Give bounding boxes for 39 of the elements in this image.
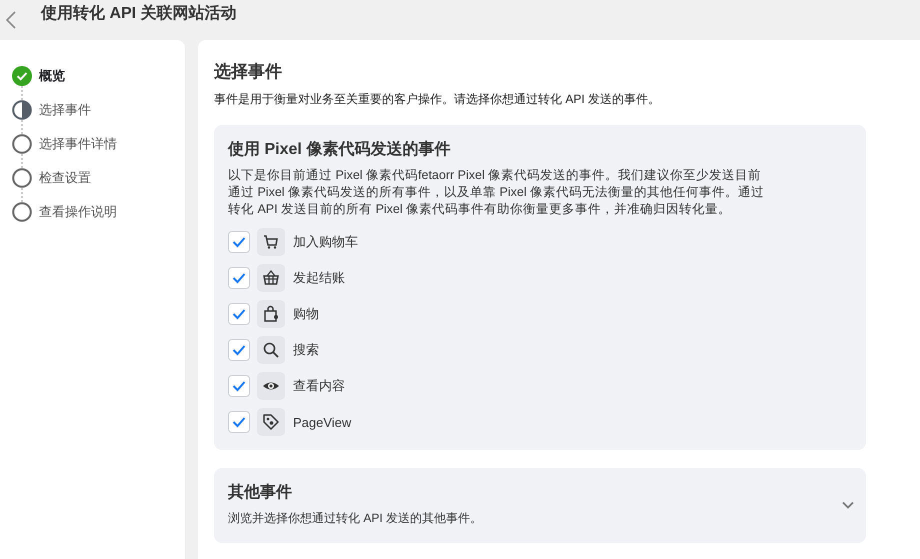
card-description: 浏览并选择你想通过转化 API 发送的其他事件。 (228, 510, 482, 527)
event-label: 购物 (293, 305, 319, 323)
event-label: 搜索 (293, 341, 319, 359)
card-title: 其他事件 (228, 482, 293, 503)
check-icon (232, 236, 246, 248)
basket-icon (257, 264, 285, 292)
checkbox[interactable] (228, 231, 250, 253)
event-label: 加入购物车 (293, 233, 358, 251)
tag-icon (257, 408, 285, 436)
chevron-icon[interactable] (842, 500, 854, 508)
step-label[interactable]: 检查设置 (39, 169, 91, 187)
search-icon (257, 336, 285, 364)
cart-icon (257, 228, 285, 256)
step-label[interactable]: 查看操作说明 (39, 203, 117, 221)
page-title: 使用转化 API 关联网站活动 (41, 3, 237, 24)
eye-icon (257, 372, 285, 400)
checkbox[interactable] (228, 411, 250, 433)
check-icon (232, 272, 246, 284)
checkbox[interactable] (228, 375, 250, 397)
checkbox[interactable] (228, 303, 250, 325)
section-description: 事件是用于衡量对业务至关重要的客户操作。请选择你想通过转化 API 发送的事件。 (214, 91, 662, 108)
event-label: PageView (293, 414, 352, 430)
card-description: 以下是你目前通过 Pixel 像素代码fetaorr Pixel 像素代码发送的事件。我们建议你至少发送目前通过 Pixel 像素代码发送的所有事件，以及单靠 Pixel 像素代码无法衡量的其他任何事件。通过转化 API 发送目前的所有 Pixel 像素代码事件有助你衡量更多事件，并准确归因转化量。 (228, 167, 766, 218)
checkbox[interactable] (228, 267, 250, 289)
bag-icon (257, 300, 285, 328)
step-label[interactable]: 概览 (39, 67, 65, 85)
card-title: 使用 Pixel 像素代码发送的事件 (228, 139, 452, 160)
back-icon[interactable] (5, 10, 17, 30)
check-icon (232, 308, 246, 320)
other-events-card[interactable]: 其他事件 浏览并选择你想通过转化 API 发送的其他事件。 (214, 468, 866, 543)
step-label[interactable]: 选择事件详情 (39, 135, 117, 153)
section-title: 选择事件 (214, 61, 283, 83)
checkbox[interactable] (228, 339, 250, 361)
event-label: 查看内容 (293, 377, 345, 395)
step-label[interactable]: 选择事件 (39, 101, 91, 119)
check-icon (232, 416, 246, 428)
event-label: 发起结账 (293, 269, 345, 287)
check-icon (232, 344, 246, 356)
check-icon (232, 380, 246, 392)
